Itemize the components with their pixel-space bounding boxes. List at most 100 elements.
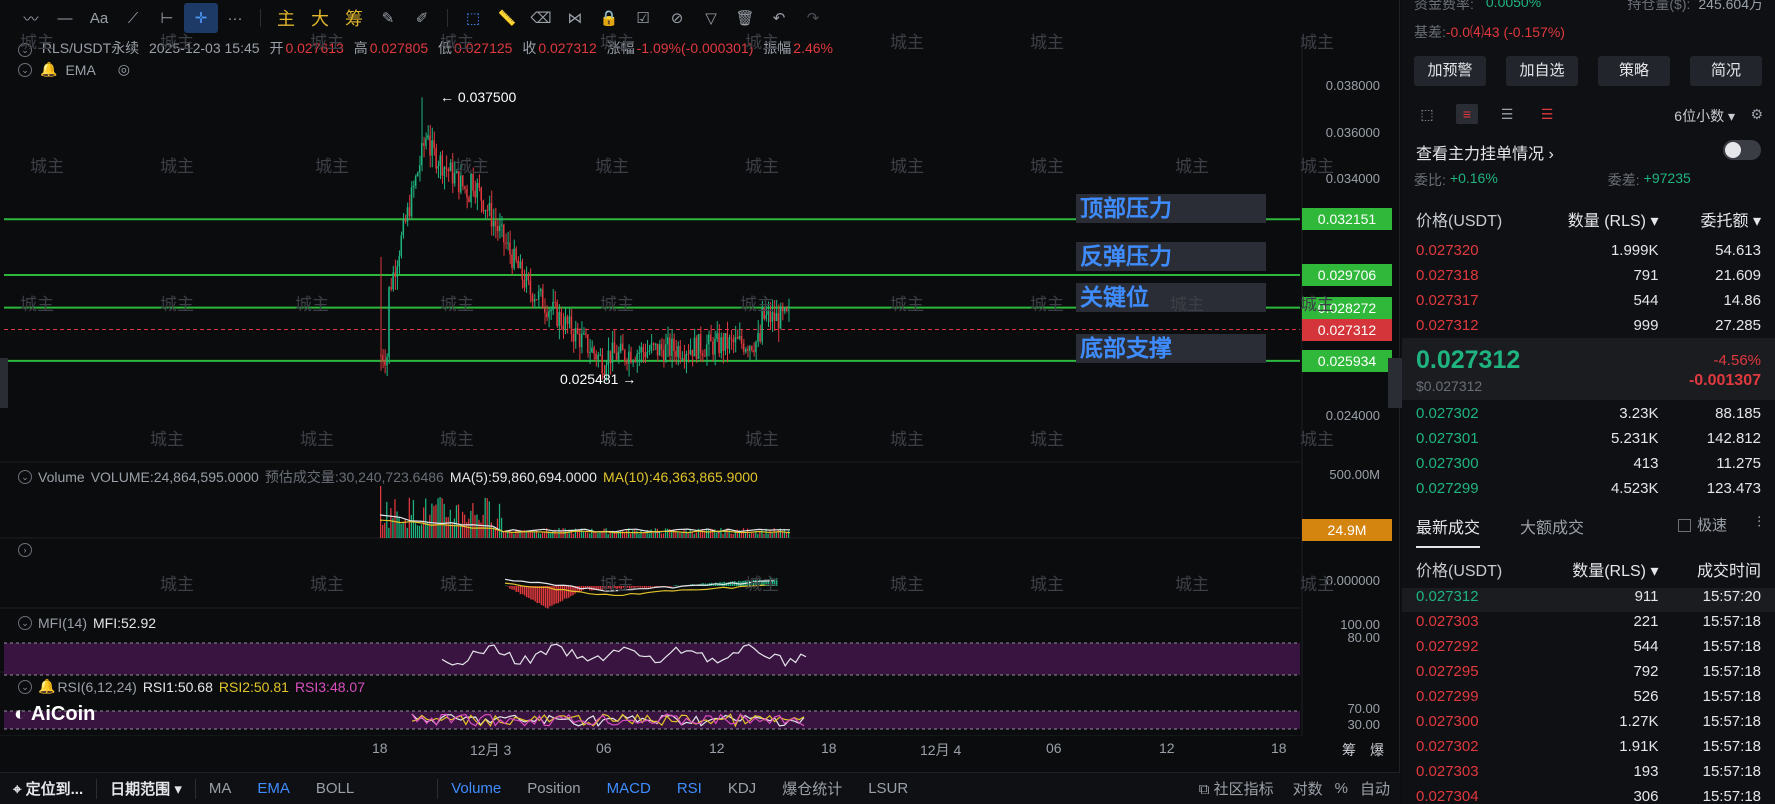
settings-icon[interactable]: ⚙ bbox=[1750, 106, 1763, 123]
crosshair-icon[interactable]: ✛ bbox=[184, 3, 218, 33]
line-icon[interactable]: — bbox=[48, 3, 82, 33]
collapse-icon[interactable]: ⌄ bbox=[18, 616, 32, 630]
left-collapse-handle[interactable] bbox=[0, 358, 8, 408]
basis-label: 基差: bbox=[1414, 24, 1446, 40]
bell-icon[interactable]: 🔔 bbox=[38, 678, 55, 695]
candle-body bbox=[382, 355, 384, 362]
chips-toggle[interactable]: 筹 bbox=[1342, 740, 1356, 760]
indicator-ema[interactable]: EMA bbox=[244, 780, 303, 797]
volume-bar bbox=[689, 529, 691, 538]
strategy-button[interactable]: 策略 bbox=[1598, 56, 1670, 86]
brush-icon[interactable]: ✐ bbox=[405, 3, 439, 33]
candlestick-chart[interactable] bbox=[0, 36, 1400, 736]
ruler-icon[interactable]: 📏 bbox=[490, 3, 524, 33]
trade-row[interactable]: 0.027300 1.27K 15:57:18 bbox=[1416, 713, 1761, 737]
last-price: 0.027312 bbox=[1416, 346, 1521, 374]
candle-body bbox=[777, 313, 780, 329]
candle-body bbox=[716, 333, 718, 339]
overview-button[interactable]: 简况 bbox=[1690, 56, 1762, 86]
decimals-select[interactable]: 6位小数 ▾ bbox=[1674, 106, 1735, 126]
candle-body bbox=[474, 190, 476, 198]
link-icon[interactable]: ⊘ bbox=[660, 3, 694, 33]
volume-bar bbox=[435, 504, 437, 538]
fib-icon[interactable]: ⟋ bbox=[116, 3, 150, 33]
more-icon[interactable]: ··· bbox=[218, 3, 252, 33]
volume-bar bbox=[441, 498, 443, 538]
log-scale-toggle[interactable]: 对数 bbox=[1287, 778, 1329, 799]
percent-scale-toggle[interactable]: % bbox=[1329, 780, 1354, 797]
candle-body bbox=[589, 352, 591, 354]
undo-icon[interactable]: ↶ bbox=[762, 3, 796, 33]
trash-icon[interactable]: 🗑 bbox=[728, 3, 762, 33]
indicator-boll[interactable]: BOLL bbox=[303, 780, 367, 797]
indicator-kdj[interactable]: KDJ bbox=[715, 780, 769, 797]
chips-button[interactable]: 筹 bbox=[337, 3, 371, 33]
select-icon[interactable]: ⬚ bbox=[456, 3, 490, 33]
locate-button[interactable]: ⌖ 定位到... bbox=[0, 778, 96, 799]
both-sides-icon[interactable]: ≡ bbox=[1456, 104, 1478, 124]
trade-row[interactable]: 0.027299 526 15:57:18 bbox=[1416, 688, 1761, 712]
indicator-position[interactable]: Position bbox=[514, 780, 593, 797]
tab-latest-trades[interactable]: 最新成交 bbox=[1416, 514, 1481, 548]
main-orders-link[interactable]: 查看主力挂单情况 › bbox=[1416, 140, 1554, 164]
chart-area[interactable]: 〰 — Aa ⟋ ⊢ ✛ ··· 主 大 筹 ✎ ✐ ⬚ 📏 ⌫ ⋈ 🔒 ☑ ⊘… bbox=[0, 0, 1607, 804]
asks-only-icon[interactable]: ☰ bbox=[1536, 104, 1558, 124]
depth-view-icon[interactable]: ⬚ bbox=[1416, 104, 1438, 124]
macd-bar bbox=[536, 586, 538, 604]
add-favorite-button[interactable]: 加自选 bbox=[1506, 56, 1578, 86]
trade-row[interactable]: 0.027295 792 15:57:18 bbox=[1416, 663, 1761, 687]
indicator-volume[interactable]: Volume bbox=[438, 780, 514, 797]
indicator-lsur[interactable]: LSUR bbox=[855, 780, 921, 797]
main-orders-toggle[interactable] bbox=[1723, 140, 1761, 160]
add-alert-button[interactable]: 加预警 bbox=[1414, 56, 1486, 86]
trade-header-qty[interactable]: 数量(RLS) ▾ bbox=[1529, 557, 1658, 581]
indicator-ma[interactable]: MA bbox=[196, 780, 245, 797]
trade-row[interactable]: 0.027303 221 15:57:18 bbox=[1416, 613, 1761, 637]
indicator-liquidation[interactable]: 爆仓统计 bbox=[769, 778, 855, 799]
volume-legend: ⌄ Volume VOLUME:24,864,595.0000 预估成交量:30… bbox=[18, 467, 758, 487]
ask-row[interactable]: 0.027317 544 14.86 bbox=[1416, 292, 1761, 316]
trade-row[interactable]: 0.027303 193 15:57:18 bbox=[1416, 763, 1761, 787]
text-icon[interactable]: Aa bbox=[82, 3, 116, 33]
bid-row[interactable]: 0.027301 5.231K 142.812 bbox=[1416, 430, 1761, 454]
auto-scale-toggle[interactable]: 自动 bbox=[1354, 778, 1400, 799]
magnet-icon[interactable]: ⋈ bbox=[558, 3, 592, 33]
filter-icon[interactable]: ▽ bbox=[694, 3, 728, 33]
main-force-button[interactable]: 主 bbox=[269, 3, 303, 33]
ray-icon[interactable]: ⊢ bbox=[150, 3, 184, 33]
bid-row[interactable]: 0.027300 413 11.275 bbox=[1416, 455, 1761, 479]
right-collapse-handle[interactable] bbox=[1388, 358, 1402, 408]
redo-icon[interactable]: ↷ bbox=[796, 3, 830, 33]
edit-icon[interactable]: ✎ bbox=[371, 3, 405, 33]
ob-header-amount[interactable]: 委托额 ▾ bbox=[1661, 207, 1762, 231]
collapse-icon[interactable]: ⌄ bbox=[18, 679, 32, 694]
candle-body bbox=[654, 343, 657, 345]
expand-icon[interactable]: › bbox=[18, 543, 32, 557]
trade-row[interactable]: 0.027312 911 15:57:20 bbox=[1402, 588, 1775, 612]
candle-body bbox=[763, 308, 765, 319]
indicator-rsi[interactable]: RSI bbox=[664, 780, 715, 797]
date-range-button[interactable]: 日期范围 ▾ bbox=[97, 778, 195, 799]
ob-header-qty[interactable]: 数量 (RLS) ▾ bbox=[1529, 207, 1659, 231]
filter-settings-icon[interactable]: ⫶ bbox=[1757, 514, 1761, 531]
community-indicators-button[interactable]: ⧉ 社区指标 bbox=[1186, 778, 1287, 799]
big-order-button[interactable]: 大 bbox=[303, 3, 337, 33]
ask-row[interactable]: 0.027320 1.999K 54.613 bbox=[1416, 242, 1761, 266]
liquidation-toggle[interactable]: 爆 bbox=[1370, 740, 1384, 760]
trend-icon[interactable]: 〰 bbox=[14, 3, 48, 33]
bid-row[interactable]: 0.027302 3.23K 88.185 bbox=[1416, 405, 1761, 429]
lock-icon[interactable]: 🔒 bbox=[592, 3, 626, 33]
indicator-macd[interactable]: MACD bbox=[594, 780, 664, 797]
ask-row[interactable]: 0.027318 791 21.609 bbox=[1416, 267, 1761, 291]
fast-mode-checkbox[interactable]: 极速 bbox=[1677, 514, 1727, 535]
note-icon[interactable]: ☑ bbox=[626, 3, 660, 33]
bids-only-icon[interactable]: ☰ bbox=[1496, 104, 1518, 124]
eraser-icon[interactable]: ⌫ bbox=[524, 3, 558, 33]
tab-large-trades[interactable]: 大额成交 bbox=[1520, 514, 1584, 548]
collapse-icon[interactable]: ⌄ bbox=[18, 470, 32, 484]
bid-row[interactable]: 0.027299 4.523K 123.473 bbox=[1416, 480, 1761, 504]
trade-row[interactable]: 0.027292 544 15:57:18 bbox=[1416, 638, 1761, 662]
trade-row[interactable]: 0.027302 1.91K 15:57:18 bbox=[1416, 738, 1761, 762]
trade-row[interactable]: 0.027304 306 15:57:18 bbox=[1416, 788, 1761, 804]
candle-body bbox=[695, 337, 698, 359]
